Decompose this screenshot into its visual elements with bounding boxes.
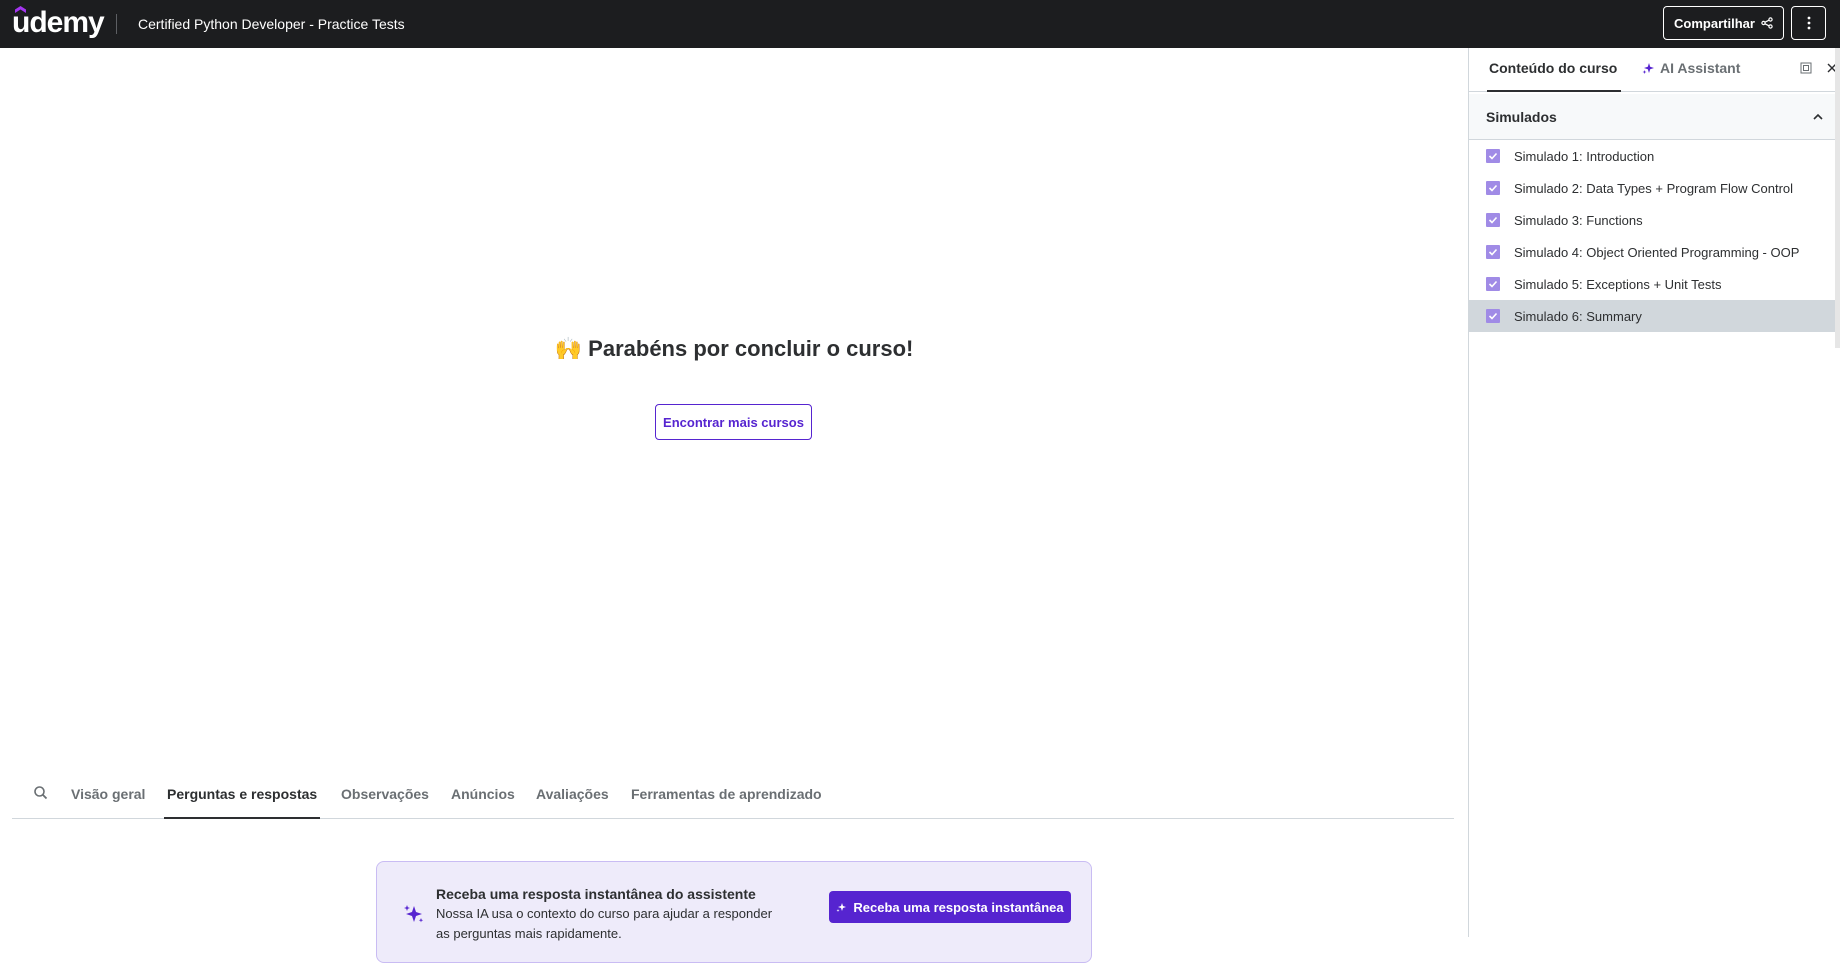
sparkle-icon xyxy=(1642,63,1654,74)
tab-learning-tools[interactable]: Ferramentas de aprendizado xyxy=(631,773,822,819)
top-header: udemy Certified Python Developer - Pract… xyxy=(0,0,1840,48)
udemy-logo[interactable]: udemy xyxy=(12,4,105,42)
lesson-label: Simulado 3: Functions xyxy=(1514,213,1643,228)
share-button[interactable]: Compartilhar xyxy=(1663,6,1784,40)
tab-notes[interactable]: Observações xyxy=(341,773,429,819)
check-icon xyxy=(1488,312,1498,320)
lesson-item[interactable]: Simulado 3: Functions xyxy=(1469,204,1840,236)
ai-banner-title: Receba uma resposta instantânea do assis… xyxy=(436,886,756,902)
chevron-up-icon xyxy=(1813,113,1823,120)
check-icon xyxy=(1488,152,1498,160)
course-title[interactable]: Certified Python Developer - Practice Te… xyxy=(138,14,405,34)
tab-ai-assistant[interactable]: AI Assistant xyxy=(1642,60,1740,92)
sparkle-icon xyxy=(404,905,424,923)
course-content-sidebar: Conteúdo do curso AI Assistant Simulados… xyxy=(1468,48,1840,937)
share-icon xyxy=(1761,17,1773,29)
lesson-label: Simulado 6: Summary xyxy=(1514,309,1642,324)
more-options-button[interactable] xyxy=(1791,6,1826,40)
raising-hands-icon: 🙌 xyxy=(554,336,583,361)
tab-overview[interactable]: Visão geral xyxy=(71,773,145,819)
check-icon xyxy=(1488,184,1498,192)
main-content: 🙌 Parabéns por concluir o curso! Encontr… xyxy=(0,48,1468,963)
check-icon xyxy=(1488,216,1498,224)
tab-reviews[interactable]: Avaliações xyxy=(536,773,609,819)
lesson-checkbox[interactable] xyxy=(1486,149,1500,163)
lesson-checkbox[interactable] xyxy=(1486,245,1500,259)
vertical-dots-icon xyxy=(1807,16,1810,30)
lesson-item-current[interactable]: Simulado 6: Summary xyxy=(1469,300,1840,332)
congrats-heading: 🙌 Parabéns por concluir o curso! xyxy=(0,336,1468,362)
expand-panel-icon[interactable] xyxy=(1800,62,1812,74)
check-icon xyxy=(1488,280,1498,288)
lesson-checkbox[interactable] xyxy=(1486,277,1500,291)
header-divider xyxy=(116,14,117,34)
lesson-item[interactable]: Simulado 2: Data Types + Program Flow Co… xyxy=(1469,172,1840,204)
lesson-label: Simulado 1: Introduction xyxy=(1514,149,1655,164)
tab-questions-answers[interactable]: Perguntas e respostas xyxy=(164,773,321,819)
tab-announcements[interactable]: Anúncios xyxy=(451,773,515,819)
instant-answer-button[interactable]: Receba uma resposta instantânea xyxy=(829,891,1071,923)
lesson-checkbox[interactable] xyxy=(1486,213,1500,227)
section-title: Simulados xyxy=(1486,109,1557,125)
tab-ai-assistant-label: AI Assistant xyxy=(1660,60,1741,76)
section-header[interactable]: Simulados xyxy=(1469,94,1840,140)
ai-assistant-banner: Receba uma resposta instantânea do assis… xyxy=(376,861,1092,963)
lesson-item[interactable]: Simulado 5: Exceptions + Unit Tests xyxy=(1469,268,1840,300)
find-more-courses-button[interactable]: Encontrar mais cursos xyxy=(655,404,812,440)
lesson-label: Simulado 5: Exceptions + Unit Tests xyxy=(1514,277,1722,292)
share-label: Compartilhar xyxy=(1674,15,1755,31)
lesson-label: Simulado 4: Object Oriented Programming … xyxy=(1514,245,1800,260)
ai-banner-description: Nossa IA usa o contexto do curso para aj… xyxy=(436,906,773,941)
course-tabs: Visão geral Perguntas e respostas Observ… xyxy=(12,773,1454,819)
logo-hat-icon xyxy=(15,6,26,13)
sparkle-small-icon xyxy=(836,902,847,912)
tab-course-content[interactable]: Conteúdo do curso xyxy=(1487,48,1621,92)
instant-answer-label: Receba uma resposta instantânea xyxy=(853,899,1064,915)
sidebar-scrollbar[interactable] xyxy=(1835,48,1840,348)
lesson-item[interactable]: Simulado 1: Introduction xyxy=(1469,140,1840,172)
lesson-checkbox[interactable] xyxy=(1486,309,1500,323)
lesson-label: Simulado 2: Data Types + Program Flow Co… xyxy=(1514,181,1794,196)
lesson-item[interactable]: Simulado 4: Object Oriented Programming … xyxy=(1469,236,1840,268)
sidebar-tabs: Conteúdo do curso AI Assistant xyxy=(1469,48,1840,92)
lesson-checkbox[interactable] xyxy=(1486,181,1500,195)
congrats-text: Parabéns por concluir o curso! xyxy=(588,336,914,361)
search-icon[interactable] xyxy=(32,784,50,802)
check-icon xyxy=(1488,248,1498,256)
